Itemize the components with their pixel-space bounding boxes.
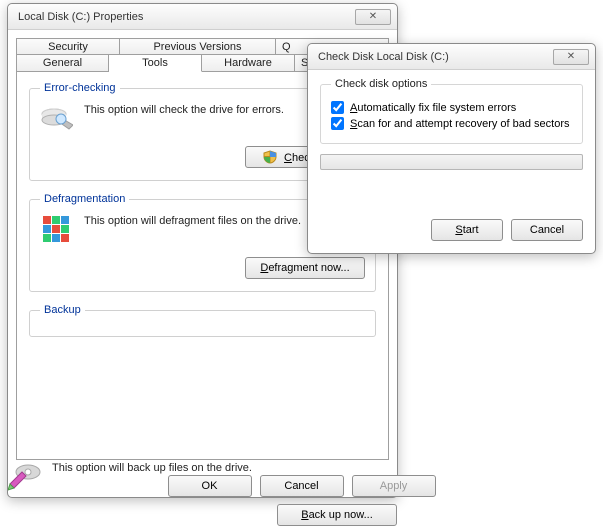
cancel-button[interactable]: Cancel — [260, 475, 344, 497]
tab-tools[interactable]: Tools — [109, 54, 202, 72]
group-backup: Backup — [29, 304, 376, 337]
tab-security[interactable]: Security — [16, 38, 120, 55]
ok-button[interactable]: OK — [168, 475, 252, 497]
check-disk-dialog: Check Disk Local Disk (C:) ✕ Check disk … — [307, 43, 596, 254]
close-icon: ✕ — [567, 51, 575, 62]
tab-previous-versions[interactable]: Previous Versions — [120, 38, 276, 55]
defragment-now-button[interactable]: Defragment now... — [245, 257, 365, 279]
properties-title: Local Disk (C:) Properties — [18, 11, 143, 23]
group-backup-legend: Backup — [40, 304, 85, 316]
check-disk-options-group: Check disk options Automatically fix fil… — [320, 78, 583, 144]
progress-bar — [320, 154, 583, 170]
shield-icon — [263, 150, 277, 164]
disk-check-icon — [40, 102, 74, 136]
cancel-button[interactable]: Cancel — [511, 219, 583, 241]
properties-titlebar: Local Disk (C:) Properties ✕ — [8, 4, 397, 30]
scan-checkbox[interactable] — [331, 117, 344, 130]
check-disk-title: Check Disk Local Disk (C:) — [318, 51, 449, 63]
scan-label: Scan for and attempt recovery of bad sec… — [350, 118, 570, 130]
check-disk-titlebar: Check Disk Local Disk (C:) ✕ — [308, 44, 595, 70]
close-button[interactable]: ✕ — [553, 49, 589, 65]
start-button[interactable]: Start — [431, 219, 503, 241]
option-scan[interactable]: Scan for and attempt recovery of bad sec… — [331, 117, 572, 130]
close-button[interactable]: ✕ — [355, 9, 391, 25]
group-error-legend: Error-checking — [40, 82, 120, 94]
option-autofix[interactable]: Automatically fix file system errors — [331, 101, 572, 114]
back-up-now-button[interactable]: Back up now... — [277, 504, 397, 526]
tab-hardware[interactable]: Hardware — [202, 54, 295, 72]
close-icon: ✕ — [369, 11, 377, 22]
properties-button-row: OK Cancel Apply — [0, 475, 603, 497]
check-disk-options-legend: Check disk options — [331, 78, 431, 90]
autofix-label: Automatically fix file system errors — [350, 102, 516, 114]
defragment-icon — [40, 213, 74, 247]
apply-button[interactable]: Apply — [352, 475, 436, 497]
check-disk-button-row: Start Cancel — [431, 219, 583, 241]
tab-general[interactable]: General — [16, 54, 109, 72]
autofix-checkbox[interactable] — [331, 101, 344, 114]
group-defrag-legend: Defragmentation — [40, 193, 129, 205]
